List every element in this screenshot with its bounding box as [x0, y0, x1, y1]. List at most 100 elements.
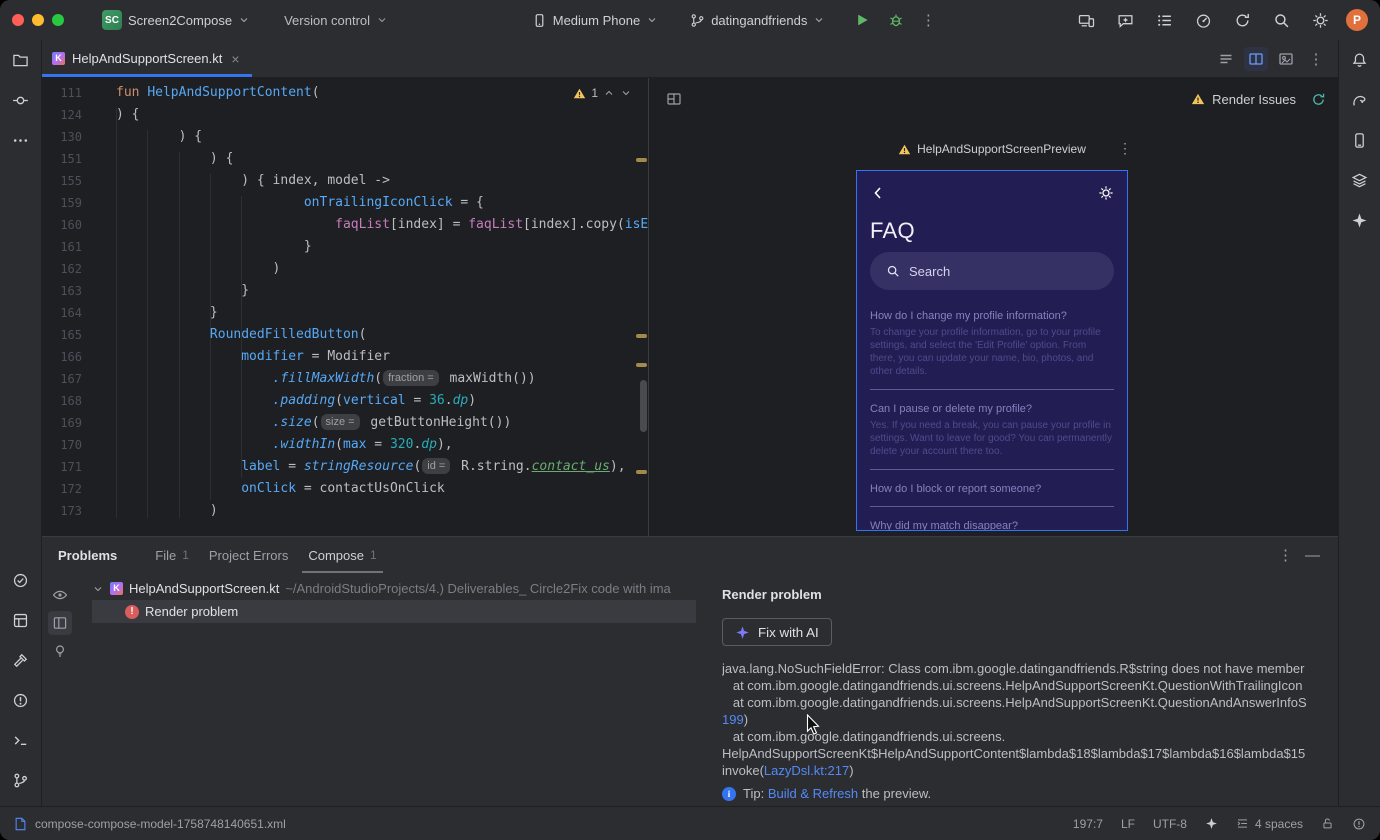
version-control-tool-button[interactable] [7, 766, 35, 794]
profiler-button[interactable] [1190, 7, 1216, 33]
ai-assistant-button[interactable] [1346, 206, 1374, 234]
file-encoding[interactable]: UTF-8 [1153, 817, 1187, 831]
bookmarks-tool-button[interactable] [7, 566, 35, 594]
refresh-preview-icon[interactable] [1311, 92, 1326, 107]
code-line-172[interactable]: 172 onClick = contactUsOnClick [42, 478, 648, 500]
notifications-button[interactable] [1346, 46, 1374, 74]
code-line-159[interactable]: 159 onTrailingIconClick = { [42, 192, 648, 214]
settings-gear-icon[interactable] [1098, 185, 1114, 201]
faq-search-bar[interactable]: Search [870, 252, 1114, 290]
code-line-162[interactable]: 162 ) [42, 258, 648, 280]
code-editor[interactable]: 111 fun HelpAndSupportContent(124) {130 )… [42, 78, 648, 536]
code-line-111[interactable]: 111 fun HelpAndSupportContent( [42, 82, 648, 104]
design-view-button[interactable] [1274, 47, 1298, 71]
code-view-button[interactable] [1214, 47, 1238, 71]
warning-stripe-mark[interactable] [636, 363, 647, 367]
zoom-window-button[interactable] [52, 14, 64, 26]
device-manager-button[interactable] [1346, 126, 1374, 154]
warning-stripe-mark[interactable] [636, 470, 647, 474]
panel-options-kebab[interactable]: ⋮ [1278, 546, 1293, 564]
commit-tool-button[interactable] [7, 86, 35, 114]
chevron-expanded-icon[interactable] [92, 583, 104, 595]
phone-preview[interactable]: FAQ Search How do I change my profile in… [856, 170, 1128, 531]
git-branch-widget[interactable]: datingandfriends [684, 9, 831, 32]
preview-layout-button[interactable] [661, 86, 687, 112]
preview-options-kebab[interactable]: ⋮ [1118, 140, 1132, 157]
faq-item[interactable]: Why did my match disappear? [870, 520, 1114, 530]
running-devices-button[interactable] [1346, 166, 1374, 194]
tab-options-kebab[interactable]: ⋮ [1304, 47, 1328, 71]
faq-item[interactable]: How do I block or report someone? [870, 483, 1114, 507]
settings-button[interactable] [1307, 7, 1333, 33]
code-line-155[interactable]: 155 ) { index, model -> [42, 170, 648, 192]
faq-item[interactable]: Can I pause or delete my profile? Yes. If… [870, 403, 1114, 470]
close-window-button[interactable] [12, 14, 24, 26]
unlocked-icon[interactable] [1321, 817, 1334, 830]
fix-with-ai-button[interactable]: Fix with AI [722, 618, 832, 646]
project-tool-button[interactable] [7, 46, 35, 74]
gradle-tool-button[interactable] [1346, 86, 1374, 114]
code-line-164[interactable]: 164 } [42, 302, 648, 324]
code-line-124[interactable]: 124) { [42, 104, 648, 126]
code-line-166[interactable]: 166 modifier = Modifier [42, 346, 648, 368]
stack-link[interactable]: LazyDsl.kt:217 [764, 763, 849, 778]
details-pane-toggle-button[interactable] [48, 611, 72, 635]
device-selector[interactable]: Medium Phone [526, 9, 664, 32]
quick-fix-button[interactable] [48, 639, 72, 663]
todo-list-button[interactable] [1151, 7, 1177, 33]
line-ending[interactable]: LF [1121, 817, 1135, 831]
code-line-163[interactable]: 163 } [42, 280, 648, 302]
next-warning-icon[interactable] [620, 87, 632, 99]
project-selector[interactable]: SC Screen2Compose [96, 6, 256, 34]
stack-link[interactable]: 199 [722, 712, 744, 727]
more-run-actions-button[interactable]: ⋮ [915, 7, 941, 33]
caret-position[interactable]: 197:7 [1073, 817, 1103, 831]
services-tool-button[interactable] [7, 606, 35, 634]
status-file-widget[interactable]: compose-compose-model-1758748140651.xml [14, 817, 286, 831]
split-view-button[interactable] [1244, 46, 1268, 71]
code-line-151[interactable]: 151 ) { [42, 148, 648, 170]
code-line-160[interactable]: 160 faqList[index] = faqList[index].copy… [42, 214, 648, 236]
minimize-panel-icon[interactable]: — [1305, 547, 1320, 564]
prev-warning-icon[interactable] [603, 87, 615, 99]
indent-widget[interactable]: 4 spaces [1236, 817, 1303, 831]
tree-error-row[interactable]: ! Render problem [92, 600, 696, 623]
preview-toggle-button[interactable] [48, 583, 72, 607]
code-line-161[interactable]: 161 } [42, 236, 648, 258]
version-control-menu[interactable]: Version control [278, 9, 394, 32]
code-line-171[interactable]: 171 label = stringResource(id = R.string… [42, 456, 648, 478]
render-issues-widget[interactable]: Render Issues [1191, 92, 1326, 107]
code-line-169[interactable]: 169 .size(size = getButtonHeight()) [42, 412, 648, 434]
ai-chat-button[interactable] [1112, 7, 1138, 33]
terminal-tool-button[interactable] [7, 726, 35, 754]
user-avatar[interactable]: P [1346, 9, 1368, 31]
code-line-165[interactable]: 165 RoundedFilledButton( [42, 324, 648, 346]
code-line-167[interactable]: 167 .fillMaxWidth(fraction = maxWidth()) [42, 368, 648, 390]
debug-button[interactable] [883, 7, 909, 33]
inspection-widget[interactable]: 1 [573, 86, 632, 100]
code-line-168[interactable]: 168 .padding(vertical = 36.dp) [42, 390, 648, 412]
back-icon[interactable] [870, 185, 886, 201]
search-everywhere-button[interactable] [1268, 7, 1294, 33]
tab-helpandsupportscreen[interactable]: K HelpAndSupportScreen.kt × [42, 40, 252, 77]
tab-file[interactable]: File 1 [145, 537, 199, 573]
minimize-window-button[interactable] [32, 14, 44, 26]
tab-compose[interactable]: Compose 1 [298, 537, 386, 573]
warning-stripe-mark[interactable] [636, 334, 647, 338]
code-line-173[interactable]: 173 ) [42, 500, 648, 522]
faq-item[interactable]: How do I change my profile information? T… [870, 310, 1114, 390]
tab-project-errors[interactable]: Project Errors [199, 537, 298, 573]
device-mirroring-button[interactable] [1073, 7, 1099, 33]
editor-scrollbar[interactable] [640, 380, 647, 432]
gradle-sync-button[interactable] [1229, 7, 1255, 33]
preview-title-row[interactable]: HelpAndSupportScreenPreview ⋮ [856, 140, 1132, 156]
code-line-170[interactable]: 170 .widthIn(max = 320.dp), [42, 434, 648, 456]
run-button[interactable] [849, 7, 875, 33]
close-tab-icon[interactable]: × [231, 51, 239, 67]
warning-stripe-mark[interactable] [636, 158, 647, 162]
build-refresh-link[interactable]: Build & Refresh [768, 786, 858, 801]
notifications-indicator-icon[interactable] [1352, 817, 1366, 831]
ai-status-icon[interactable] [1205, 817, 1218, 830]
build-tool-button[interactable] [7, 646, 35, 674]
code-line-130[interactable]: 130 ) { [42, 126, 648, 148]
